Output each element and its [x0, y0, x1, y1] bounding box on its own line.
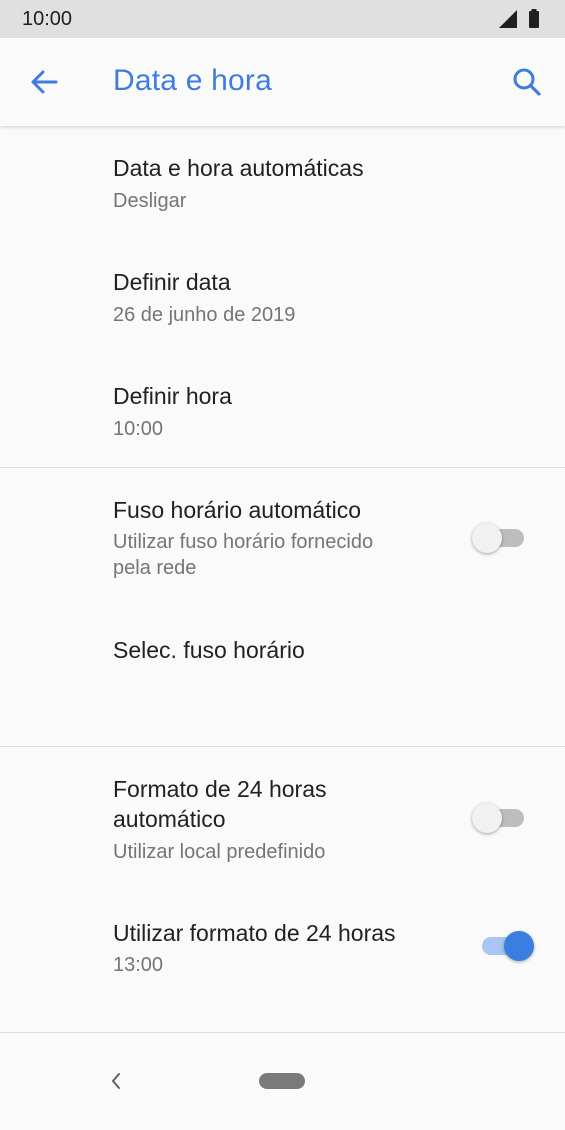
- setting-summary: Utilizar local predefinido: [113, 841, 326, 863]
- setting-summary: Desligar: [113, 190, 187, 212]
- setting-set-date[interactable]: Definir data 26 de junho de 2019: [0, 244, 565, 354]
- arrow-left-icon: [31, 70, 58, 94]
- setting-use-24h[interactable]: Utilizar formato de 24 horas 13:00: [0, 890, 565, 1000]
- setting-title: Utilizar formato de 24 horas: [113, 920, 396, 946]
- auto-24h-switch[interactable]: [472, 800, 528, 836]
- setting-summary: 26 de junho de 2019: [113, 304, 296, 326]
- use-24h-switch[interactable]: [482, 928, 538, 964]
- page-title: Data e hora: [113, 64, 272, 97]
- status-bar: 10:00: [0, 0, 565, 38]
- section-divider: [0, 746, 565, 747]
- setting-auto-date-time[interactable]: Data e hora automáticas Desligar: [0, 130, 565, 240]
- auto-timezone-switch[interactable]: [472, 520, 528, 556]
- section-divider: [0, 467, 565, 468]
- app-bar: Data e hora: [0, 38, 565, 126]
- battery-icon: [529, 9, 539, 28]
- setting-title: Definir hora: [113, 383, 232, 409]
- chevron-left-icon: [112, 1073, 120, 1089]
- setting-summary-line1: Utilizar fuso horário fornecido: [113, 531, 374, 553]
- switch-thumb: [472, 523, 502, 553]
- setting-auto-24h[interactable]: Formato de 24 horas automático Utilizar …: [0, 752, 565, 882]
- status-time: 10:00: [22, 8, 73, 30]
- setting-title-line1: Formato de 24 horas: [113, 776, 327, 802]
- search-icon: [513, 68, 541, 96]
- setting-summary-line2: pela rede: [113, 557, 197, 579]
- setting-title: Fuso horário automático: [113, 497, 362, 523]
- signal-icon: [499, 10, 517, 28]
- setting-title: Definir data: [113, 269, 231, 295]
- setting-summary: 13:00: [113, 954, 164, 976]
- setting-set-time[interactable]: Definir hora 10:00: [0, 358, 565, 466]
- search-button[interactable]: [505, 60, 549, 104]
- nav-back-button[interactable]: [106, 1069, 126, 1093]
- switch-thumb: [504, 931, 534, 961]
- setting-summary: 10:00: [113, 418, 164, 440]
- navigation-bar: [0, 1032, 565, 1130]
- status-icons: [499, 9, 543, 29]
- setting-title: Selec. fuso horário: [113, 637, 305, 663]
- switch-thumb: [472, 803, 502, 833]
- setting-title: Data e hora automáticas: [113, 155, 364, 181]
- setting-title-line2: automático: [113, 806, 226, 832]
- setting-select-timezone[interactable]: Selec. fuso horário: [0, 600, 565, 740]
- setting-auto-timezone[interactable]: Fuso horário automático Utilizar fuso ho…: [0, 472, 565, 590]
- home-pill-icon[interactable]: [259, 1073, 305, 1089]
- back-button[interactable]: [22, 60, 66, 104]
